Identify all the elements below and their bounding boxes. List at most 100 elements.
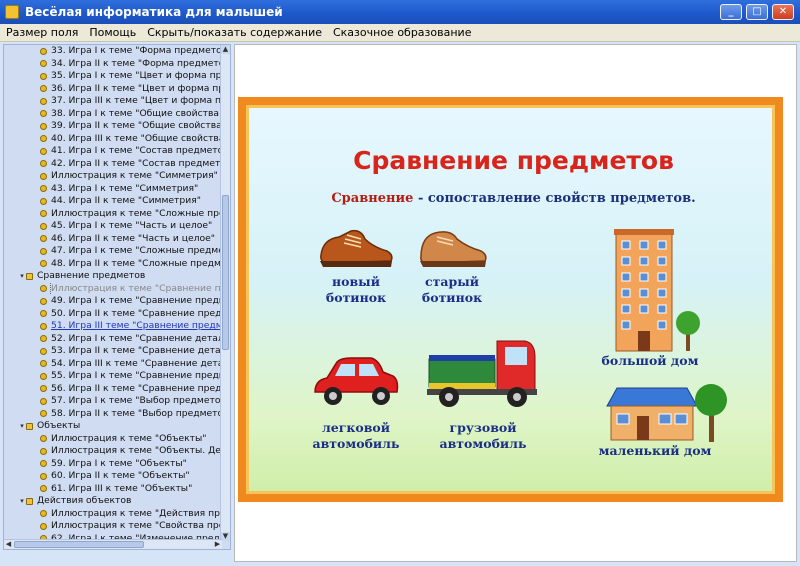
menu-toggle-contents[interactable]: Скрыть/показать содержание (141, 26, 327, 39)
new-boot-label-line1: новый (332, 274, 380, 289)
tree-item[interactable]: 54. Игра III к теме "Сравнение деталей" (4, 358, 222, 371)
tree-item[interactable]: 51. Игра III теме "Сравнение предметов" (4, 320, 222, 333)
tree-item[interactable]: Иллюстрация к теме "Сложные предметы" (4, 208, 222, 221)
tree-item[interactable]: 47. Игра I к теме "Сложные предметы" (4, 245, 222, 258)
page-icon (40, 385, 47, 393)
tree-item[interactable]: 53. Игра II к теме "Сравнение деталей" (4, 345, 222, 358)
page-icon (40, 72, 47, 80)
tree-item[interactable]: 42. Игра II к теме "Состав предметов" (4, 158, 222, 171)
tree-item[interactable]: 46. Игра II к теме "Часть и целое" (4, 233, 222, 246)
tree-item-label: 56. Игра II к теме "Сравнение предметов" (51, 382, 222, 394)
tree-item[interactable]: 33. Игра I к теме "Форма предметов" (4, 45, 222, 58)
minimize-button[interactable]: _ (720, 4, 742, 20)
tree-item[interactable]: 55. Игра I к теме "Сравнение предметов" (4, 370, 222, 383)
tree-item-label: 52. Игра I к теме "Сравнение деталей" (51, 332, 222, 344)
page-icon (40, 372, 47, 380)
tree-item[interactable]: 59. Игра I к теме "Объекты" (4, 458, 222, 471)
tree-item[interactable]: 34. Игра II к теме "Форма предметов" (4, 58, 222, 71)
tree-item-label: 35. Игра I к теме "Цвет и форма предмето… (51, 70, 222, 81)
tree-item[interactable]: 56. Игра II к теме "Сравнение предметов" (4, 383, 222, 396)
car-label-line1: легковой (321, 420, 391, 435)
tree-item[interactable]: Иллюстрация к теме "Объекты" (4, 433, 222, 446)
tree-item[interactable]: 44. Игра II к теме "Симметрия" (4, 195, 222, 208)
tree-item[interactable]: Иллюстрация к теме "Свойства предметов" (4, 520, 222, 533)
expand-arrow-icon[interactable]: ▾ (18, 270, 26, 283)
page-icon (40, 472, 47, 480)
page-icon (40, 460, 47, 468)
page-icon (40, 160, 47, 168)
new-boot-label: новый ботинок (315, 274, 397, 306)
tree-item-label: 60. Игра II к теме "Объекты" (51, 470, 190, 481)
scrollbar-thumb[interactable] (222, 195, 229, 350)
content-viewer: Сравнение предметов Сравнение - сопостав… (234, 44, 797, 562)
tree-item[interactable]: 48. Игра II к теме "Сложные предметы" (4, 258, 222, 271)
tree-item[interactable]: 35. Игра I к теме "Цвет и форма предмето… (4, 70, 222, 83)
page-icon (40, 247, 47, 255)
tree-item-label: Объекты (37, 420, 81, 431)
tree-item[interactable]: 37. Игра III к теме "Цвет и форма предме… (4, 95, 222, 108)
scroll-down-icon[interactable]: ▼ (221, 532, 230, 541)
scroll-right-icon[interactable]: ▶ (213, 540, 222, 549)
tree-item-label: Иллюстрация к теме "Сложные предметы" (51, 207, 222, 219)
page-icon (40, 285, 47, 293)
hscrollbar-thumb[interactable] (14, 541, 144, 548)
tree-item[interactable]: 57. Игра I к теме "Выбор предметов по" (4, 395, 222, 408)
tree-item-label: 40. Игра III к теме "Общие свойства пред… (51, 132, 222, 144)
page-icon (40, 522, 47, 530)
page-icon (40, 185, 47, 193)
tree-item[interactable]: Иллюстрация к теме "Сравнение предметов" (4, 282, 222, 295)
scroll-up-icon[interactable]: ▲ (221, 45, 230, 54)
tree-item[interactable]: 61. Игра III к теме "Объекты" (4, 483, 222, 496)
tree-item[interactable]: 40. Игра III к теме "Общие свойства пред… (4, 133, 222, 146)
tree-item[interactable]: 58. Игра II к теме "Выбор предметов по" (4, 408, 222, 421)
maximize-button[interactable]: □ (746, 4, 768, 20)
menu-help[interactable]: Помощь (83, 26, 141, 39)
menu-fairy-education[interactable]: Сказочное образование (327, 26, 476, 39)
page-icon (40, 97, 47, 105)
tree-item-label: 44. Игра II к теме "Симметрия" (51, 195, 201, 206)
tree-item-label: 37. Игра III к теме "Цвет и форма предме… (51, 95, 222, 106)
tree-item-label: Иллюстрация к теме "Свойства предметов" (51, 520, 222, 531)
tree-item[interactable]: 52. Игра I к теме "Сравнение деталей" (4, 333, 222, 346)
tree-item[interactable]: Иллюстрация к теме "Действия предметов" (4, 508, 222, 521)
tree-item-label: 61. Игра III к теме "Объекты" (51, 482, 193, 494)
tree-item[interactable]: 38. Игра I к теме "Общие свойства предме… (4, 108, 222, 121)
menu-field-size[interactable]: Размер поля (0, 26, 83, 39)
slide-inner-frame: Сравнение предметов Сравнение - сопостав… (246, 105, 775, 494)
expand-arrow-icon[interactable]: ▾ (18, 420, 26, 433)
tree-item[interactable]: 50. Игра II к теме "Сравнение предметов" (4, 308, 222, 321)
close-button[interactable]: ✕ (772, 4, 794, 20)
tree-item[interactable]: 43. Игра I к теме "Симметрия" (4, 183, 222, 196)
tree-item[interactable]: 41. Игра I к теме "Состав предметов" (4, 145, 222, 158)
tree-item-label: 59. Игра I к теме "Объекты" (51, 457, 187, 469)
tree-item-label: 49. Игра I к теме "Сравнение предметов" (51, 295, 222, 306)
tree-item-label: 48. Игра II к теме "Сложные предметы" (51, 257, 222, 269)
tree-item[interactable]: Иллюстрация к теме "Симметрия" (4, 170, 222, 183)
tree-item-label: 53. Игра II к теме "Сравнение деталей" (51, 345, 222, 356)
tree-folder[interactable]: ▾ Действия объектов (4, 495, 222, 508)
small-house-icon (606, 384, 727, 442)
window-title: Весёлая информатика для малышей (25, 5, 283, 19)
horizontal-scrollbar[interactable]: ◀ ▶ (4, 539, 222, 549)
car-icon (314, 357, 399, 405)
tree-item-label: Действия объектов (37, 495, 132, 506)
tree-item[interactable]: 39. Игра II к теме "Общие свойства предм… (4, 120, 222, 133)
tree-folder[interactable]: ▾ Сравнение предметов (4, 270, 222, 283)
vertical-scrollbar[interactable]: ▲ ▼ (220, 45, 230, 541)
old-boot-label: старый ботинок (411, 274, 493, 306)
expand-arrow-icon[interactable]: ▾ (18, 495, 26, 508)
scroll-left-icon[interactable]: ◀ (4, 540, 13, 549)
folder-icon (26, 422, 33, 430)
tree-item-label: 33. Игра I к теме "Форма предметов" (51, 45, 222, 56)
tree-item[interactable]: 60. Игра II к теме "Объекты" (4, 470, 222, 483)
page-icon (40, 60, 47, 68)
page-icon (40, 397, 47, 405)
tree-item[interactable]: 45. Игра I к теме "Часть и целое" (4, 220, 222, 233)
tree-item-label: Иллюстрация к теме "Симметрия" (51, 170, 218, 181)
tree-item[interactable]: 49. Игра I к теме "Сравнение предметов" (4, 295, 222, 308)
tree-item-label: 46. Игра II к теме "Часть и целое" (51, 232, 215, 244)
page-icon (40, 322, 47, 330)
tree-item[interactable]: 36. Игра II к теме "Цвет и форма предмет… (4, 83, 222, 96)
tree-item[interactable]: Иллюстрация к теме "Объекты. Действия" (4, 445, 222, 458)
tree-folder[interactable]: ▾ Объекты (4, 420, 222, 433)
